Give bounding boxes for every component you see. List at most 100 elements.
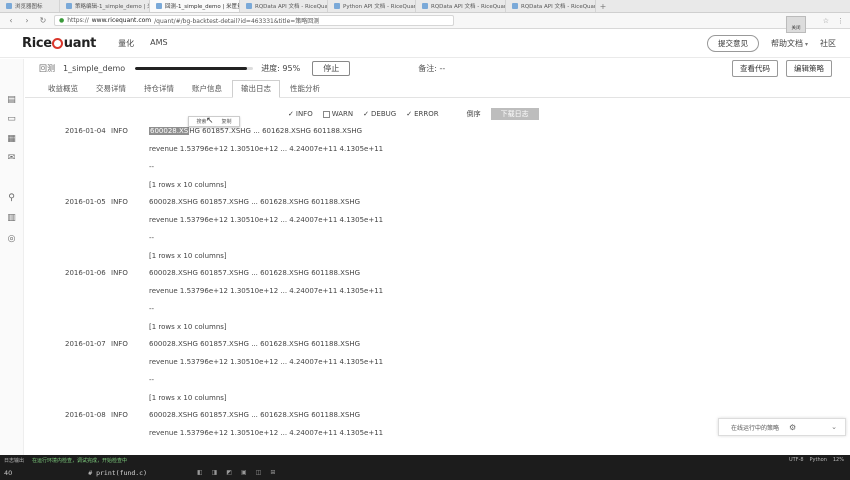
output-log-panel: 2016-01-04 INFO 600028.XSHG 601857.XSHG ..… xyxy=(25,122,850,455)
browser-tab[interactable]: RQData API 文档 - RiceQuant× xyxy=(416,0,506,12)
location-pin-icon[interactable]: ⚲ xyxy=(6,193,17,204)
stop-button[interactable]: 停止 xyxy=(312,60,351,76)
running-strategies-widget[interactable]: 在线运行中的策略 ⚙ ⌄ xyxy=(718,418,846,436)
edit-strategy-button[interactable]: 编辑策略 xyxy=(786,59,832,77)
forward-icon[interactable]: › xyxy=(22,16,32,25)
log-header-line: 600028.XSHG 601857.XSHG ... 601628.XSHG … xyxy=(149,127,362,135)
log-header-line: 600028.XSHG 601857.XSHG ... 601628.XSHG … xyxy=(149,269,360,277)
community-link[interactable]: 社区 xyxy=(820,38,836,49)
favicon-icon xyxy=(246,3,252,9)
tab-5[interactable]: 性能分析 xyxy=(282,83,328,97)
left-tool-rail: ▤ ▭ ▦ ✉ ⚲ ▥ ◎ xyxy=(0,59,24,455)
tab-4[interactable]: 输出日志 xyxy=(232,80,280,98)
log-filter-row: ✓ INFO WARN ✓ DEBUG ✓ ERROR 倒序 下载日志 xyxy=(288,108,539,120)
ricequant-logo[interactable]: Rice uant xyxy=(22,36,96,51)
popup-copy-option[interactable]: 复制 xyxy=(221,118,231,125)
filter-label: ERROR xyxy=(414,110,439,118)
favicon-icon xyxy=(512,3,518,9)
address-bar: ‹ › ↻ ● https://www.ricequant.com/quant/… xyxy=(0,13,850,29)
bookmark-star-icon[interactable]: ☆ xyxy=(823,17,829,25)
tab-0[interactable]: 收益概览 xyxy=(40,83,86,97)
filter-checkbox-error[interactable]: ✓ ERROR xyxy=(406,110,438,118)
log-entry: 2016-01-04 INFO 600028.XSHG 601857.XSHG ..… xyxy=(25,122,850,194)
filter-checkbox-info[interactable]: ✓ INFO xyxy=(288,110,313,118)
browser-tab-title: 回测-1_simple_demo | 米筐量化 xyxy=(165,4,240,10)
backtest-progress-row: 回测 1_simple_demo 进度: 95% 停止 备注: -- 查看代码 … xyxy=(25,59,850,77)
gear-icon[interactable]: ⚙ xyxy=(789,423,796,432)
help-docs-menu[interactable]: 帮助文档 ▾ xyxy=(771,38,808,49)
checkmark-icon: ✓ xyxy=(288,110,294,118)
nav-quant[interactable]: 量化 xyxy=(118,38,134,49)
taskbar-output-label[interactable]: 日志输出 xyxy=(4,457,24,464)
tab-3[interactable]: 账户信息 xyxy=(184,83,230,97)
url-host: www.ricequant.com xyxy=(91,17,152,24)
logo-text-uant: uant xyxy=(63,36,97,51)
download-log-button[interactable]: 下载日志 xyxy=(490,108,539,120)
log-header-text: 600028.XSHG 601857.XSHG ... 601628.XSHG … xyxy=(149,411,361,419)
filter-label: DEBUG xyxy=(371,110,397,118)
remark-text: 备注: -- xyxy=(418,63,446,73)
logo-q-ring-icon xyxy=(52,38,64,49)
mail-icon[interactable]: ✉ xyxy=(6,153,17,164)
log-level: INFO xyxy=(111,340,128,348)
logo-text-rice: Rice xyxy=(22,36,52,51)
view-code-button[interactable]: 查看代码 xyxy=(732,59,778,77)
filter-checkbox-debug[interactable]: ✓ DEBUG xyxy=(363,110,396,118)
taskbar-app-icon-2[interactable]: ◨ xyxy=(212,469,218,476)
url-input[interactable]: ● https://www.ricequant.com/quant/#/bg-b… xyxy=(54,15,454,26)
checkmark-icon: ✓ xyxy=(363,110,370,118)
selection-popup: 搜索 复制 xyxy=(188,116,240,127)
mouse-cursor-icon: ↖ xyxy=(206,116,214,126)
popup-search-option[interactable]: 搜索 xyxy=(196,118,206,125)
log-level: INFO xyxy=(111,269,128,277)
document-icon[interactable]: ▭ xyxy=(6,114,17,125)
browser-tab-strip: 浏览器图标策略编辑-1_simple_demo | 米筐×回测-1_simple… xyxy=(0,0,850,13)
new-tab-button[interactable]: + xyxy=(596,0,610,12)
taskbar-app-icon-3[interactable]: ◩ xyxy=(226,469,232,476)
filter-checkbox-warn[interactable]: WARN xyxy=(322,110,353,118)
log-date: 2016-01-06 xyxy=(65,269,106,277)
browser-tab-title: RQData API 文档 - RiceQuant xyxy=(521,4,596,10)
log-header-line: 600028.XSHG 601857.XSHG ... 601628.XSHG … xyxy=(149,340,360,348)
taskbar-app-icon-5[interactable]: ◫ xyxy=(256,469,262,476)
log-ellipsis-line: -- xyxy=(149,163,155,171)
log-revenue-line: revenue 1.53796e+12 1.30510e+12 ... 4.24… xyxy=(149,358,384,366)
chart-icon[interactable]: ▤ xyxy=(6,95,17,106)
log-level: INFO xyxy=(111,411,128,419)
browser-tab[interactable]: RQData API 文档 - RiceQuant× xyxy=(240,0,328,12)
browser-tab[interactable]: RQData API 文档 - RiceQuant× xyxy=(506,0,596,12)
reverse-order-toggle[interactable]: 倒序 xyxy=(467,109,481,119)
browser-tab[interactable]: Python API 文档 - RiceQuant× xyxy=(328,0,416,12)
browser-menu-icon[interactable]: ⋮ xyxy=(837,17,844,25)
browser-tab[interactable]: 策略编辑-1_simple_demo | 米筐× xyxy=(60,0,150,12)
back-icon[interactable]: ‹ xyxy=(6,16,16,25)
taskbar-app-icon-4[interactable]: ▣ xyxy=(241,469,247,476)
line-number: 40 xyxy=(4,468,13,477)
feedback-button[interactable]: 提交意见 xyxy=(706,35,759,52)
running-strategies-label: 在线运行中的策略 xyxy=(731,424,780,432)
browser-tab-title: 策略编辑-1_simple_demo | 米筐 xyxy=(75,4,150,10)
favicon-icon xyxy=(334,3,340,9)
browser-tab[interactable]: 浏览器图标 xyxy=(0,0,60,12)
close-window-tooltip[interactable]: 关闭 xyxy=(786,16,806,33)
building-icon[interactable]: ▥ xyxy=(6,213,17,224)
tab-1[interactable]: 交易详情 xyxy=(88,83,134,97)
refresh-icon[interactable]: ↻ xyxy=(38,16,48,25)
filter-label: INFO xyxy=(295,110,313,118)
tab-2[interactable]: 持仓详情 xyxy=(136,83,182,97)
checkmark-icon: ✓ xyxy=(406,110,413,118)
result-tabs: 收益概览 交易详情 持仓详情 账户信息 输出日志 性能分析 xyxy=(25,80,850,98)
log-entry: 2016-01-07 INFO 600028.XSHG 601857.XSHG ..… xyxy=(25,335,850,407)
taskbar-app-icon-1[interactable]: ◧ xyxy=(197,469,203,476)
ide-taskbar: 日志输出 在运行环境内检查，调试完成，开始检查中 UTF-8 Python 12… xyxy=(0,455,850,480)
log-level: INFO xyxy=(111,198,128,206)
nav-ams[interactable]: AMS xyxy=(150,38,167,49)
browser-tab[interactable]: 回测-1_simple_demo | 米筐量化× xyxy=(150,0,240,12)
encoding-badge: UTF-8 xyxy=(788,457,804,463)
settings-icon[interactable]: ◎ xyxy=(6,234,17,245)
grid-icon[interactable]: ▦ xyxy=(6,134,17,145)
taskbar-app-icon-6[interactable]: ⊞ xyxy=(270,469,275,476)
log-level: INFO xyxy=(111,127,128,135)
chevron-down-icon[interactable]: ⌄ xyxy=(831,423,837,431)
backtest-label: 回测 xyxy=(39,63,55,73)
